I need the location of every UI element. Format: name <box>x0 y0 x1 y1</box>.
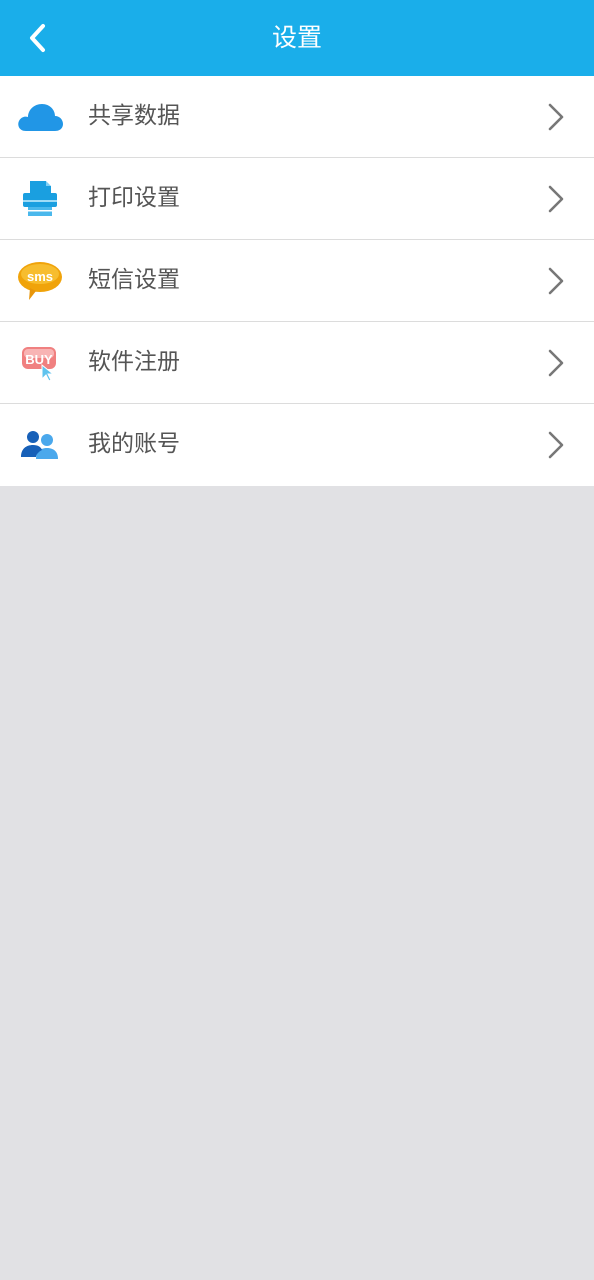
chevron-right-icon <box>548 185 564 213</box>
cloud-icon <box>16 94 64 140</box>
menu-item-label: 我的账号 <box>88 431 180 457</box>
menu-item-label: 软件注册 <box>88 349 180 375</box>
menu-item-print-settings[interactable]: 打印设置 <box>0 158 594 240</box>
chevron-right-icon <box>548 431 564 459</box>
printer-icon <box>16 176 64 222</box>
svg-text:sms: sms <box>27 269 53 284</box>
menu-item-label: 打印设置 <box>88 185 180 211</box>
chevron-right-icon <box>548 349 564 377</box>
menu-item-my-account[interactable]: 我的账号 <box>0 404 594 486</box>
chevron-right-icon <box>548 267 564 295</box>
back-button[interactable] <box>14 14 62 62</box>
sms-bubble-icon: sms <box>16 258 64 304</box>
chevron-right-icon <box>548 103 564 131</box>
buy-icon: BUY <box>16 340 64 386</box>
page-title: 设置 <box>271 23 322 52</box>
chevron-left-icon <box>30 24 45 52</box>
svg-text:BUY: BUY <box>25 352 53 367</box>
menu-item-label: 短信设置 <box>88 267 180 293</box>
users-icon <box>16 422 64 468</box>
settings-menu: 共享数据 打印设置 sms 短信设置 BUY 软件注册 我的账号 <box>0 76 594 486</box>
menu-item-sms-settings[interactable]: sms 短信设置 <box>0 240 594 322</box>
menu-item-label: 共享数据 <box>88 103 180 129</box>
menu-item-share-data[interactable]: 共享数据 <box>0 76 594 158</box>
top-app-bar: 设置 <box>0 0 594 76</box>
menu-item-software-register[interactable]: BUY 软件注册 <box>0 322 594 404</box>
